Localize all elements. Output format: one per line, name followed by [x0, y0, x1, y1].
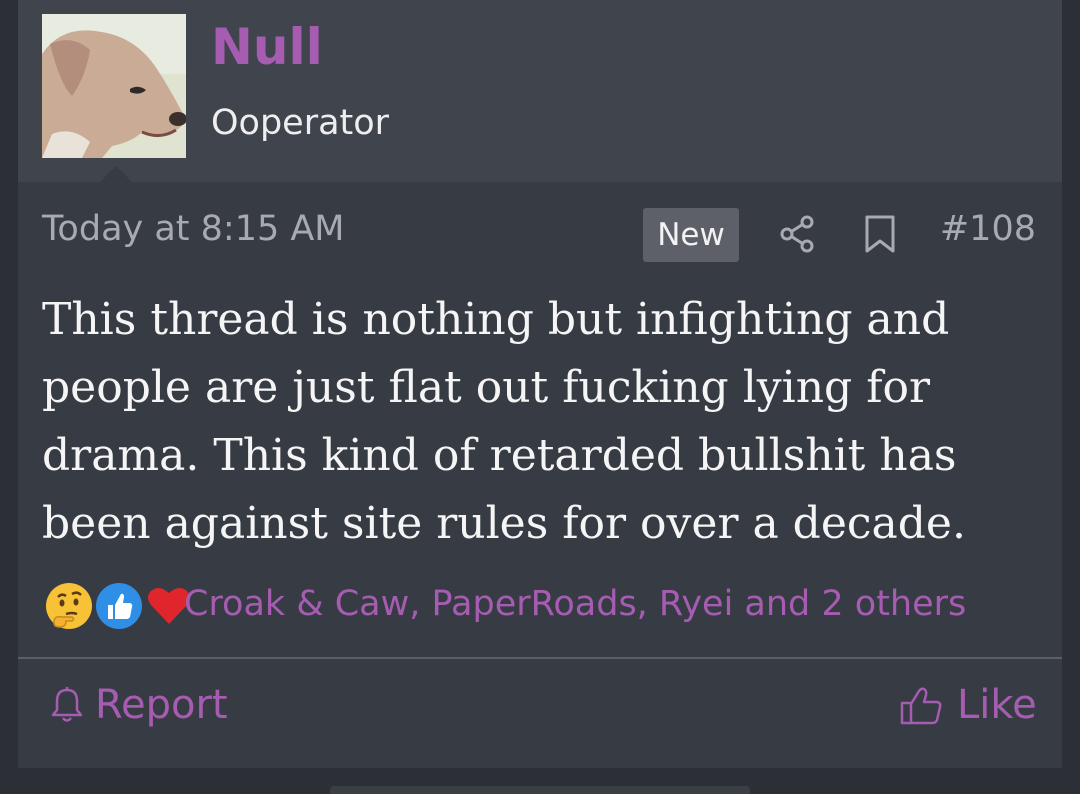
username[interactable]: Null: [211, 20, 323, 75]
reactions-bar[interactable]: Croak & Caw, PaperRoads, Ryei and 2 othe…: [38, 575, 1038, 637]
reaction-icons[interactable]: [38, 575, 195, 637]
like-button[interactable]: Like: [900, 680, 1050, 730]
post-timestamp[interactable]: Today at 8:15 AM: [42, 210, 345, 249]
thumbs-up-outline-icon: [900, 687, 942, 725]
footer-divider: [18, 657, 1062, 659]
thumbs-up-icon: [93, 580, 145, 632]
post-user-header: Null Ooperator: [18, 0, 1062, 182]
header-pointer: [100, 166, 132, 182]
share-icon[interactable]: [778, 214, 818, 254]
post-number-link[interactable]: #108: [940, 210, 1036, 249]
avatar[interactable]: [42, 14, 186, 158]
next-post-edge: [330, 786, 750, 794]
report-label: Report: [95, 682, 228, 728]
new-badge: New: [643, 208, 739, 262]
user-title: Ooperator: [211, 103, 390, 143]
post-container: Null Ooperator Today at 8:15 AM New #108…: [18, 0, 1062, 768]
bookmark-icon[interactable]: [863, 214, 897, 254]
post-message: This thread is nothing but infighting an…: [42, 294, 966, 549]
like-label: Like: [957, 682, 1037, 728]
reaction-summary-link[interactable]: Croak & Caw, PaperRoads, Ryei and 2 othe…: [184, 585, 966, 624]
bell-icon: [51, 687, 83, 722]
thinking-face-icon: [43, 580, 95, 632]
